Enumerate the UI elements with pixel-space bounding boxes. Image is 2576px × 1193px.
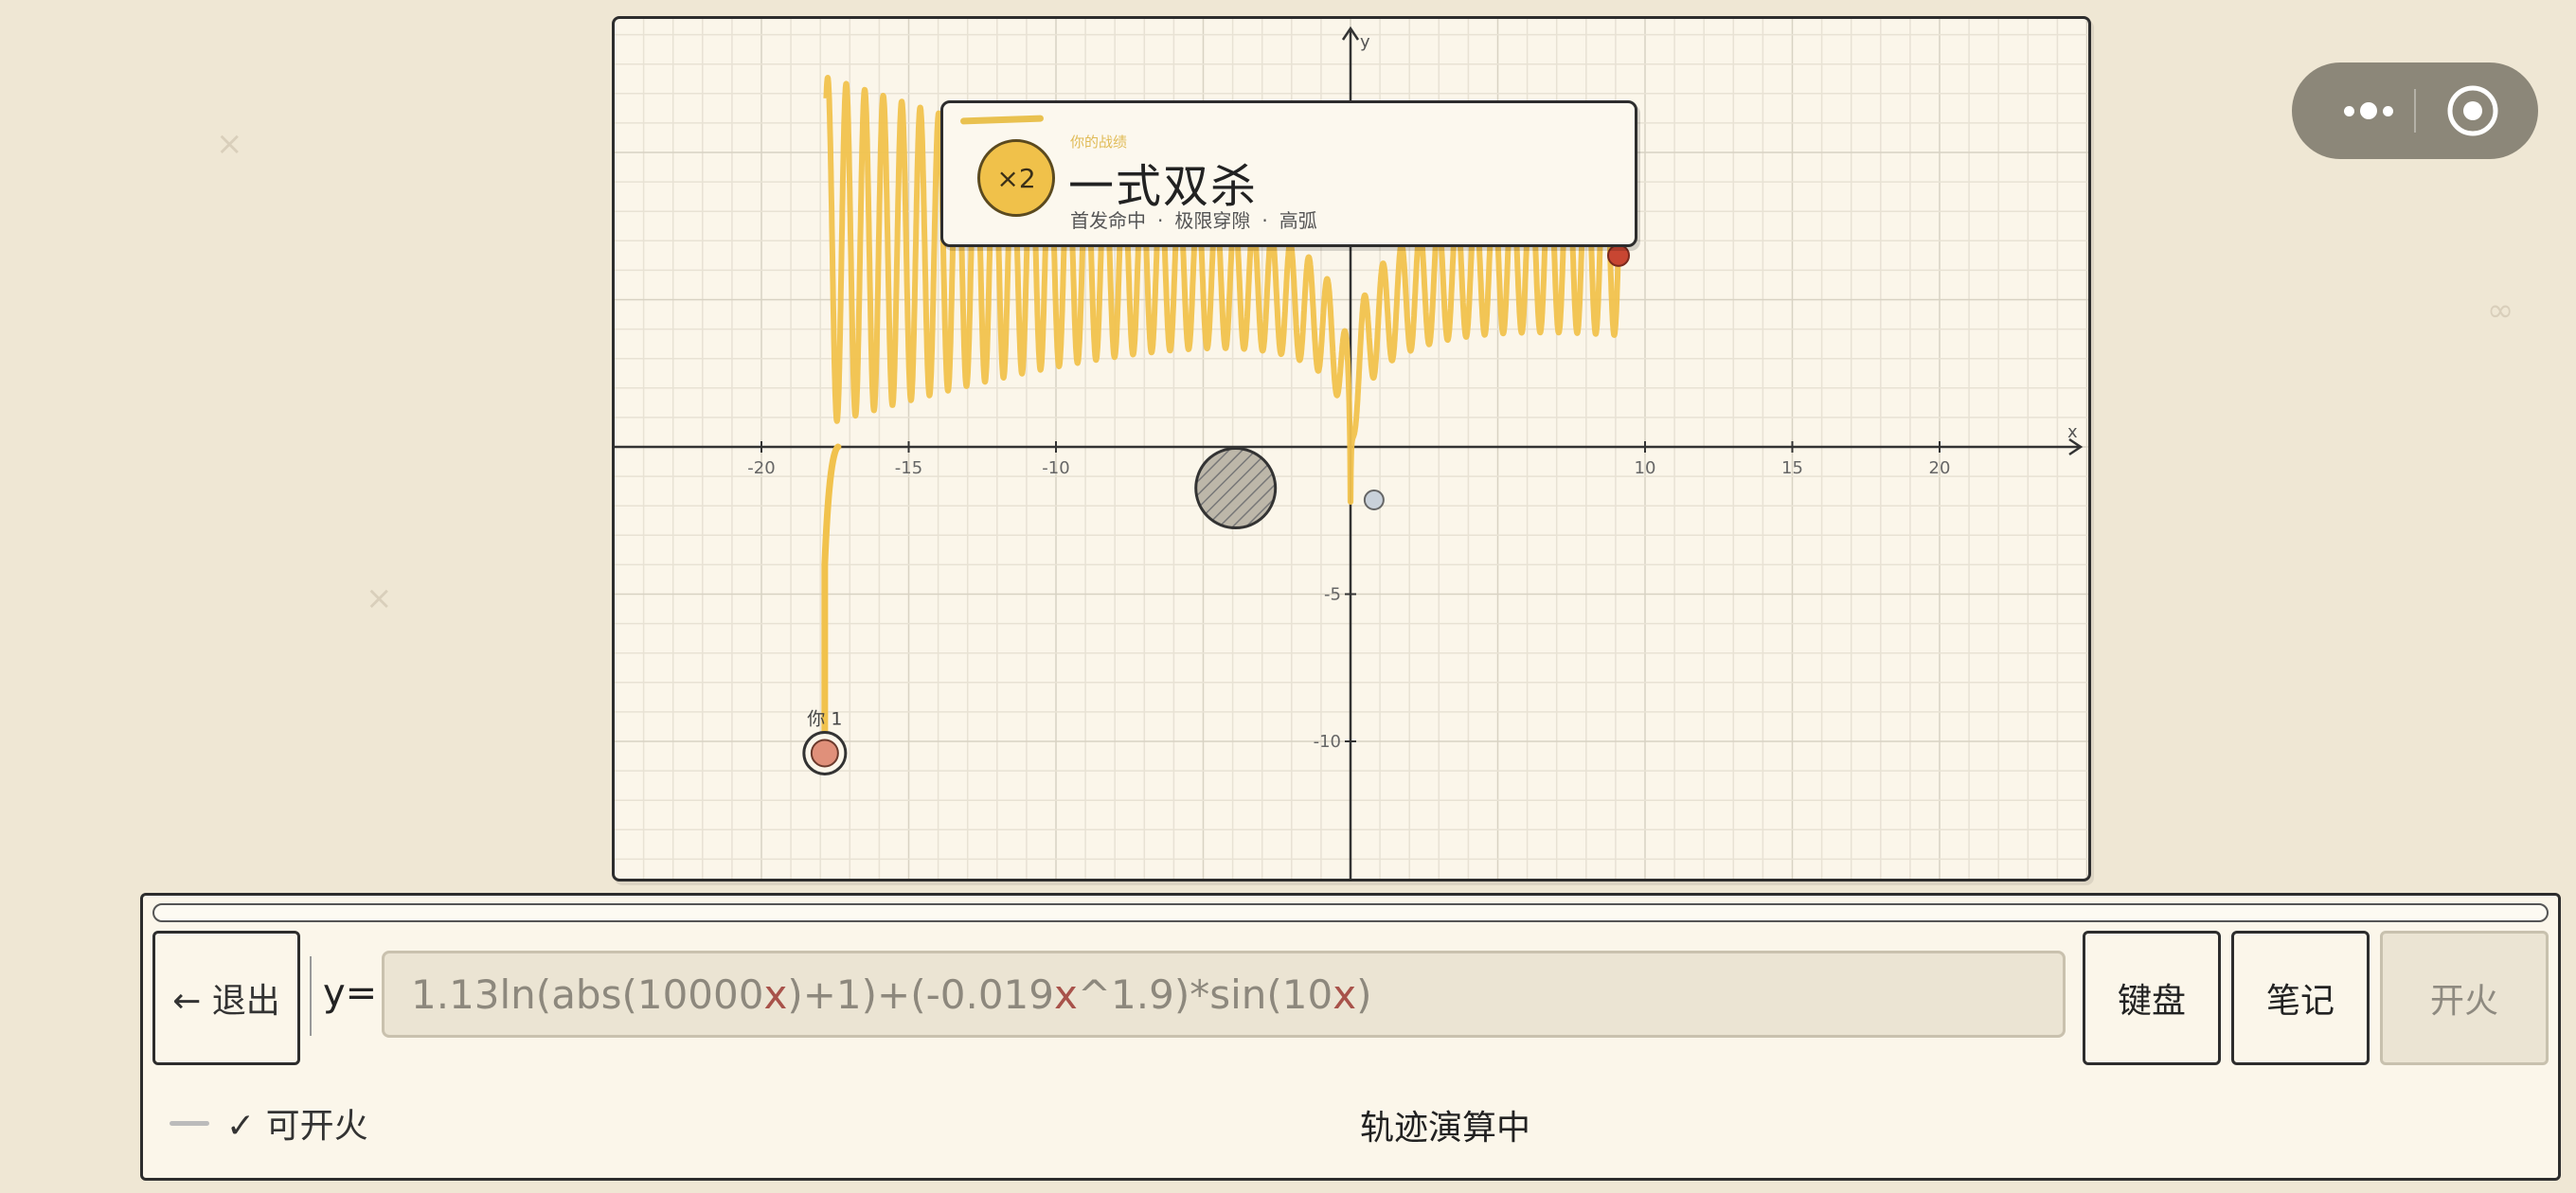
card-brush-stroke: [959, 115, 1045, 125]
destroyed-target-marker: [1363, 489, 1385, 510]
obstacle-circle: [1194, 447, 1278, 530]
formula-part: )+1)+(-0.019: [787, 970, 1054, 1018]
formula-variable: x: [763, 970, 788, 1018]
input-divider: [310, 956, 312, 1036]
x-tick-label: 20: [1929, 458, 1951, 478]
formula-variable: x: [1333, 970, 1357, 1018]
y-equals-label: y=: [323, 971, 378, 1015]
capsule-divider: [2414, 89, 2416, 133]
formula-part: ^1.9)*sin(10: [1077, 970, 1333, 1018]
x-tick-label: -20: [747, 458, 775, 478]
background-infinity-icon: ∞: [2487, 292, 2514, 329]
fire-ready-label: ✓ 可开火: [226, 1107, 368, 1146]
notes-button[interactable]: 笔记: [2231, 931, 2370, 1065]
trajectory-status: 轨迹演算中: [1360, 1109, 1531, 1148]
more-options-icon[interactable]: [2326, 85, 2411, 136]
background-cross-icon: ×: [216, 125, 243, 163]
y-tick-label: -10: [1314, 732, 1341, 752]
player-avatar: [810, 739, 839, 768]
background-cross-icon: ×: [366, 579, 393, 617]
mini-program-capsule: [2292, 62, 2538, 159]
status-dash-icon: [170, 1120, 209, 1126]
formula-variable: x: [1053, 970, 1078, 1018]
x-tick-label: -15: [895, 458, 922, 478]
fire-ready-status: ✓ 可开火: [170, 1098, 368, 1148]
formula-input[interactable]: 1.13ln(abs(10000 x)+1)+(-0.019 x ^1.9)*sin(…: [382, 951, 2066, 1038]
x-tick-label: 15: [1781, 458, 1803, 478]
fire-button[interactable]: 开火: [2380, 931, 2549, 1065]
keyboard-button[interactable]: 键盘: [2083, 931, 2221, 1065]
exit-button[interactable]: ← 退出: [152, 931, 300, 1065]
control-panel: ← 退出 y= 1.13ln(abs(10000 x)+1)+(-0.019 x ^1…: [140, 893, 2561, 1181]
player-label: 你 1: [807, 708, 842, 729]
achievement-card: ×2 你的战绩 一式双杀 首发命中 · 极限穿隙 · 高弧: [940, 100, 1637, 247]
x-tick-label: 10: [1635, 458, 1656, 478]
y-tick-label: -5: [1324, 585, 1341, 605]
trajectory-launch: [821, 443, 842, 757]
formula-part: ): [1356, 970, 1372, 1018]
formula-part: 1.13ln(abs(10000: [411, 970, 764, 1018]
y-axis-label: y: [1360, 32, 1370, 52]
multi-kill-medal: ×2: [977, 139, 1055, 217]
card-tag: 极限穿隙: [1174, 209, 1251, 232]
x-axis-label: x: [2067, 422, 2078, 442]
close-target-icon[interactable]: [2445, 83, 2500, 138]
card-tag: 高弧: [1279, 209, 1317, 232]
trajectory-progress-bar: [152, 903, 2549, 922]
card-tag: 首发命中: [1070, 209, 1146, 232]
card-tags: 首发命中 · 极限穿隙 · 高弧: [1070, 209, 1317, 232]
x-tick-label: -10: [1042, 458, 1069, 478]
enemy-marker: [1607, 243, 1631, 267]
